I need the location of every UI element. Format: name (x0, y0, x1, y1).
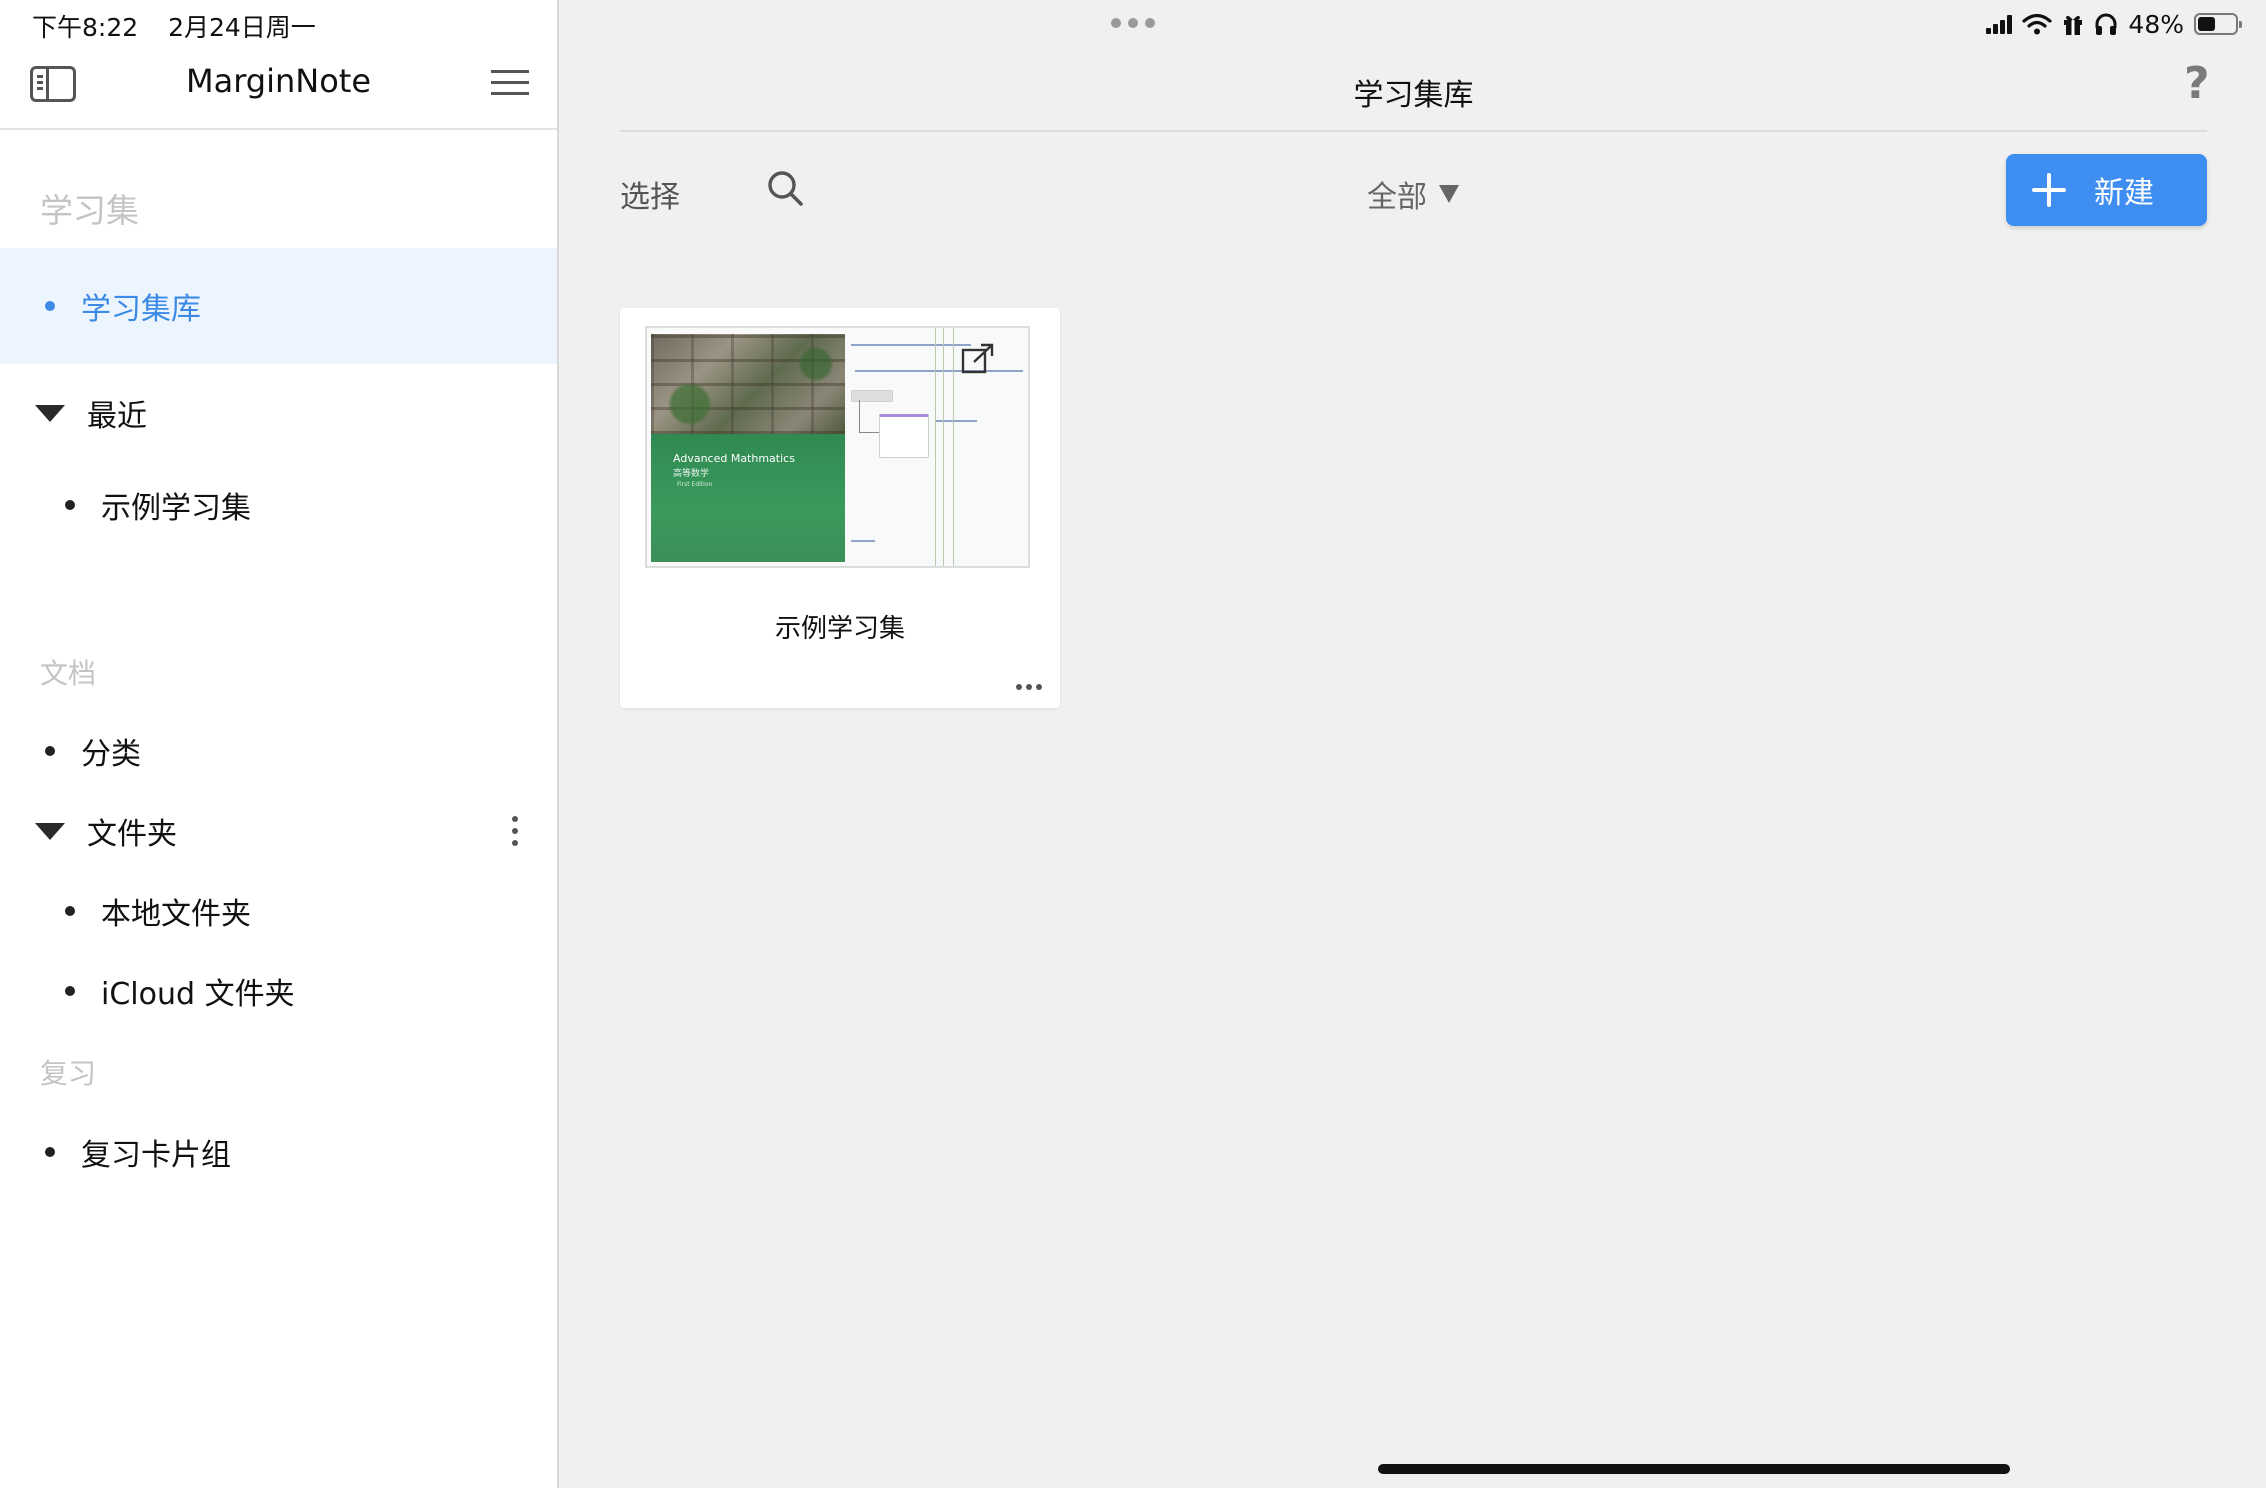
sidebar-item-label: 示例学习集 (101, 491, 251, 526)
formula-line (851, 540, 875, 542)
wifi-icon (2022, 13, 2053, 35)
connector-line (859, 432, 881, 433)
study-set-thumbnail[interactable]: Advanced Mathmatics 高等数学 First Edition (645, 326, 1030, 568)
bullet-icon (45, 1147, 55, 1157)
battery-level (2198, 17, 2215, 31)
more-vertical-icon[interactable] (512, 816, 518, 846)
bullet-icon (45, 301, 55, 311)
plus-icon (2032, 173, 2066, 207)
bullet-icon (45, 746, 55, 756)
connector-line (859, 400, 860, 432)
mindmap-preview (845, 328, 1028, 566)
sidebar-group-label: 文件夹 (87, 817, 177, 852)
sidebar-header: MarginNote (0, 50, 557, 130)
caret-down-icon (1439, 185, 1459, 203)
cover-title: Advanced Mathmatics (673, 452, 795, 465)
question-mark-icon[interactable]: ? (2184, 58, 2210, 109)
sidebar-item-label: iCloud 文件夹 (101, 977, 295, 1012)
app-root: 下午8:22 2月24日周一 MarginNote 学习集 学习集库 最近 示例… (0, 0, 2266, 1488)
study-set-card[interactable]: Advanced Mathmatics 高等数学 First Edition 示… (620, 308, 1060, 708)
sidebar-item-categories[interactable]: 分类 (0, 716, 557, 786)
study-set-title: 示例学习集 (774, 614, 905, 644)
multitasking-icon[interactable] (1111, 18, 1155, 28)
home-indicator[interactable] (1378, 1464, 2010, 1474)
guide-line (953, 328, 954, 566)
headphones-icon (2095, 13, 2117, 35)
select-button[interactable]: 选择 (620, 172, 680, 216)
gift-icon (2064, 15, 2083, 35)
sidebar: 下午8:22 2月24日周一 MarginNote 学习集 学习集库 最近 示例… (0, 0, 559, 1488)
disclosure-triangle-icon[interactable] (35, 822, 65, 840)
status-date: 2月24日周一 (168, 13, 316, 42)
guide-line (935, 328, 936, 566)
sidebar-item-label: 学习集库 (81, 292, 201, 327)
battery-icon (2194, 13, 2242, 35)
formula-line (855, 370, 1023, 372)
section-label-review: 复习 (40, 1057, 97, 1090)
battery-percent: 48% (2128, 9, 2184, 39)
page-title: 学习集库 (1353, 78, 1474, 113)
note-box (851, 390, 893, 402)
bullet-icon (65, 906, 75, 916)
section-label-docs: 文档 (40, 657, 97, 690)
sidebar-item-icloud-folder[interactable]: iCloud 文件夹 (0, 956, 557, 1026)
guide-line (943, 328, 944, 566)
header-divider (620, 130, 2207, 132)
cover-edition: First Edition (677, 481, 713, 488)
search-icon[interactable] (765, 168, 805, 208)
new-button-label: 新建 (2094, 176, 2154, 211)
sidebar-item-review-decks[interactable]: 复习卡片组 (0, 1117, 557, 1187)
cellular-signal-icon (1984, 14, 2013, 34)
cover-stone-wall (651, 334, 845, 434)
sidebar-item-sample-study-set[interactable]: 示例学习集 (0, 470, 557, 540)
bullet-icon (65, 986, 75, 996)
sidebar-group-label: 最近 (87, 399, 147, 434)
note-box (879, 414, 929, 458)
sidebar-item-label: 本地文件夹 (101, 897, 251, 932)
status-bar-right: 48% (1974, 8, 2242, 40)
book-cover: Advanced Mathmatics 高等数学 First Edition (651, 334, 845, 562)
section-label-study: 学习集 (40, 191, 139, 230)
disclosure-triangle-icon[interactable] (35, 404, 65, 422)
sidebar-item-label: 复习卡片组 (81, 1138, 231, 1173)
main-area: 48% 学习集库 ? 选择 全部 新建 Advanced Mathmatics … (561, 0, 2266, 1488)
sidebar-item-label: 分类 (81, 737, 141, 772)
sidebar-item-local-folder[interactable]: 本地文件夹 (0, 876, 557, 946)
status-bar-left: 下午8:22 2月24日周一 (32, 8, 316, 44)
sidebar-group-recent[interactable]: 最近 (0, 378, 557, 448)
new-button[interactable]: 新建 (2006, 154, 2207, 226)
formula-line (935, 420, 977, 422)
hamburger-menu-icon[interactable] (491, 70, 529, 96)
sidebar-group-folders[interactable]: 文件夹 (0, 796, 557, 866)
filter-label: 全部 (1367, 180, 1427, 215)
more-horizontal-icon[interactable] (1016, 684, 1044, 690)
app-title: MarginNote (185, 62, 372, 100)
bullet-icon (65, 500, 75, 510)
cover-subtitle: 高等数学 (673, 469, 710, 479)
filter-dropdown[interactable]: 全部 (1367, 172, 1459, 216)
open-external-icon[interactable] (961, 342, 995, 376)
status-time: 下午8:22 (32, 13, 139, 42)
sidebar-item-study-library[interactable]: 学习集库 (0, 248, 557, 364)
